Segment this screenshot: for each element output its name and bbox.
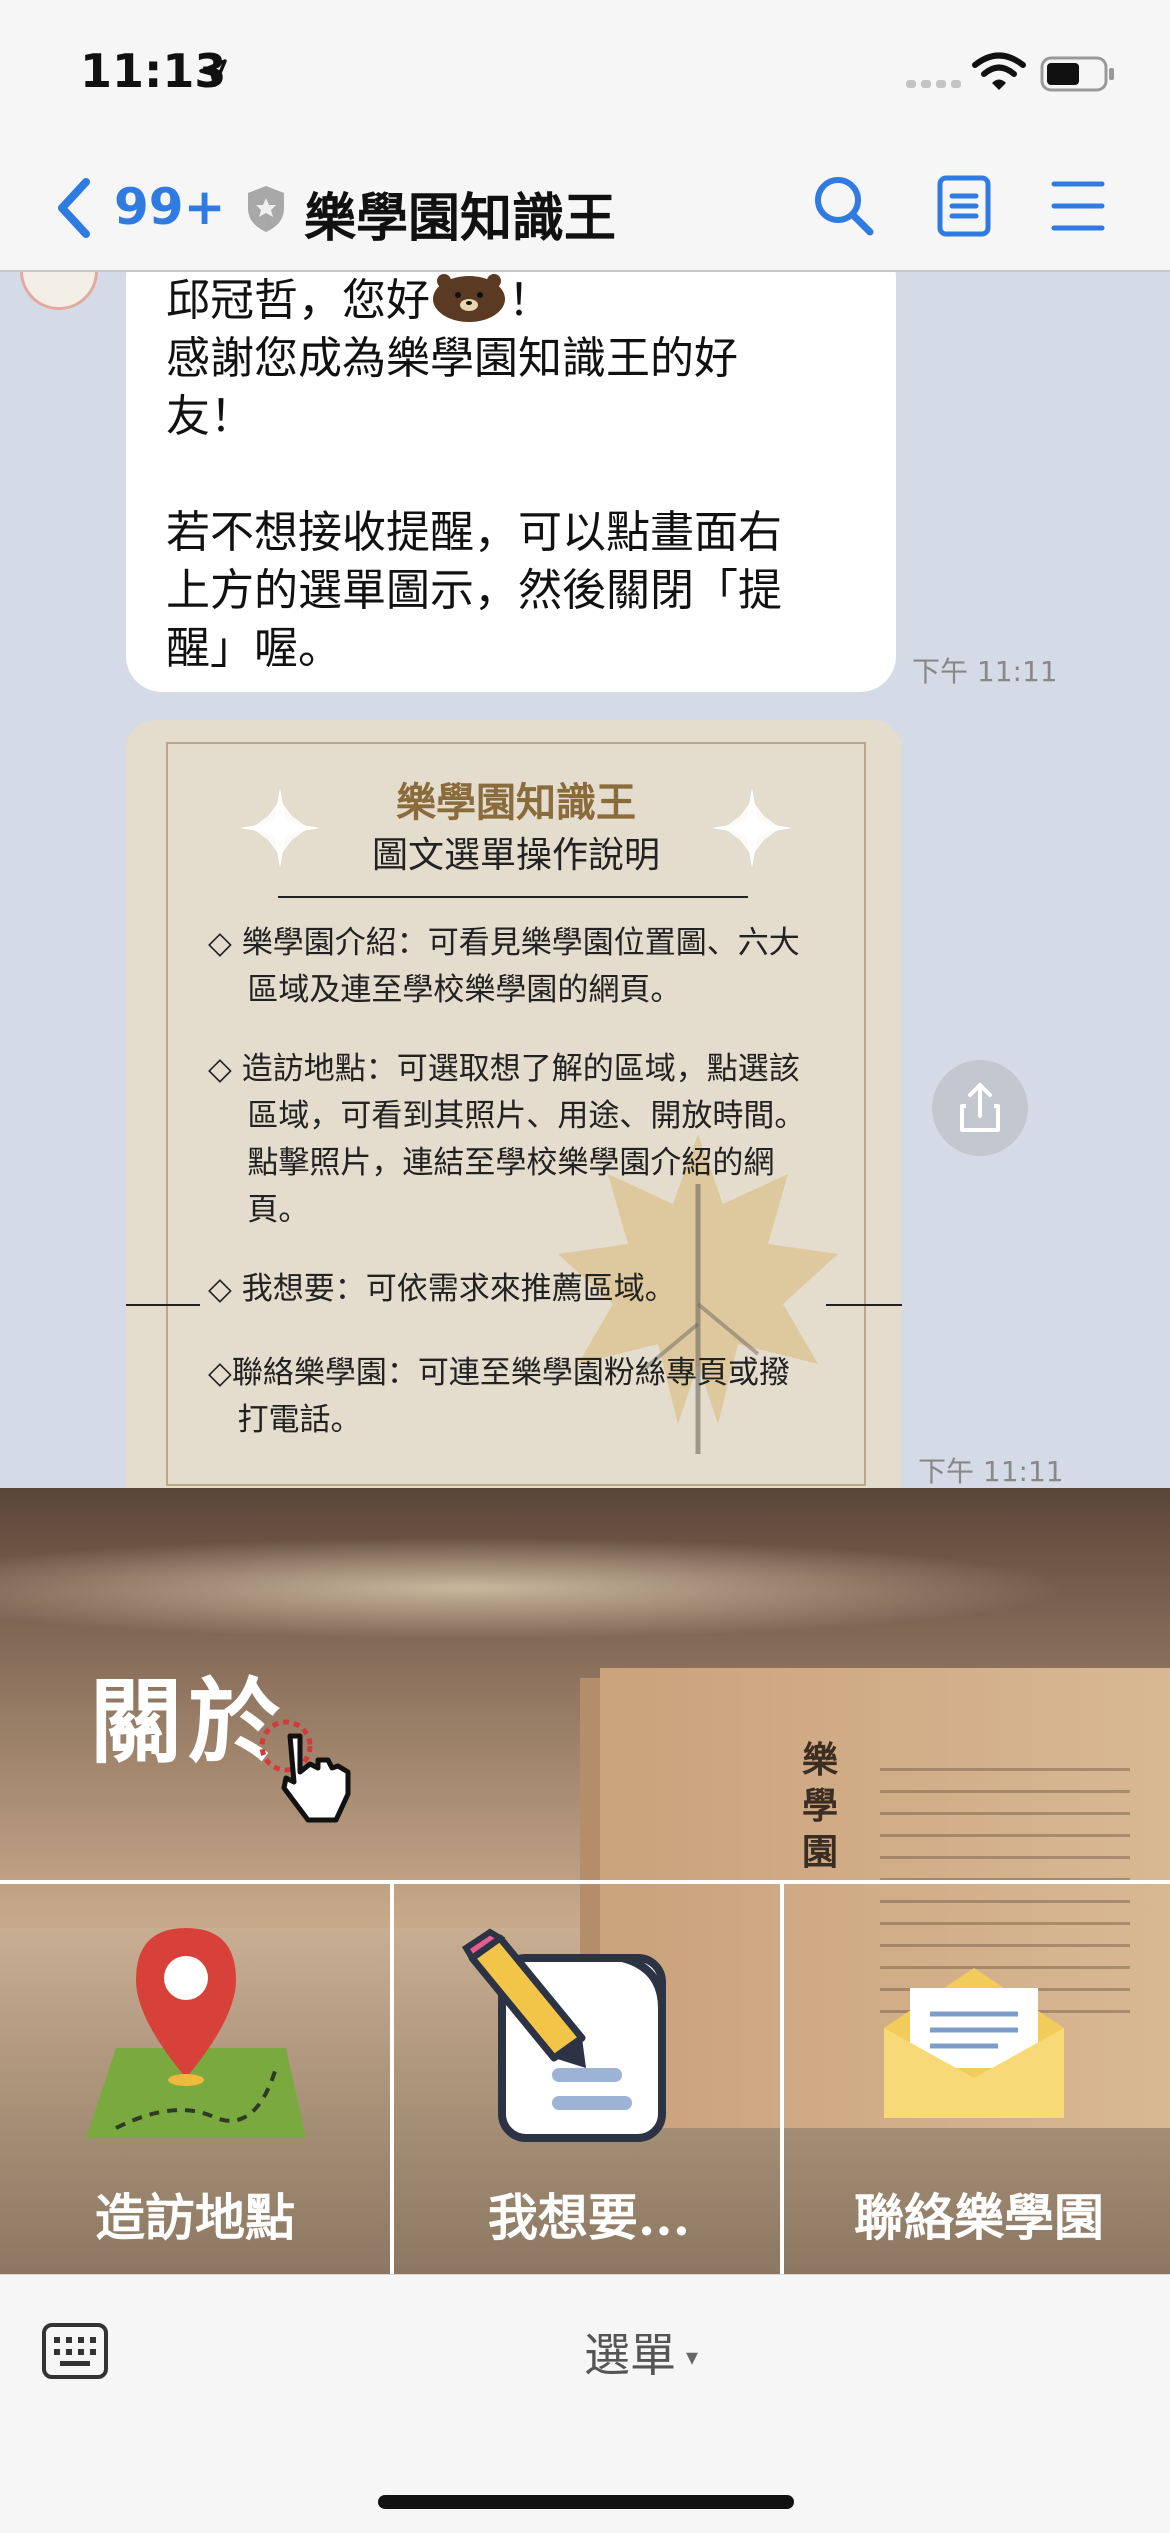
divider	[278, 896, 748, 898]
instruction-image-card[interactable]: 樂學園知識王 圖文選單操作說明 ◇ 樂學園介紹：可看見樂學園位置圖、六大 區域及…	[126, 720, 902, 1488]
wifi-icon	[972, 52, 1026, 90]
search-icon[interactable]	[812, 174, 876, 238]
card-title: 樂學園知識王	[396, 780, 636, 826]
rich-menu-visit-label: 造訪地點	[95, 2188, 295, 2247]
greeting-text: 邱冠哲，您好	[166, 275, 430, 326]
menu-icon[interactable]	[1050, 178, 1106, 234]
envelope-icon	[884, 1968, 1064, 2118]
message-bubble[interactable]: 邱冠哲，您好 ！ 感謝您成為樂學園知識王的好 友！ 若不想接收提醒，可以點畫面右…	[126, 272, 896, 692]
chat-header: 99+ 樂學園知識王	[0, 140, 1170, 272]
rich-menu-contact-label: 聯絡樂學園	[854, 2188, 1104, 2247]
card-item-visit: ◇ 造訪地點：可選取想了解的區域，點選該 區域，可看到其照片、用途、開放時間。 …	[208, 1051, 806, 1228]
hand-cursor-icon	[259, 1719, 351, 1823]
message-timestamp: 下午 11:11	[912, 655, 1058, 688]
message-body: 感謝您成為樂學園知識王的好 友！ 若不想接收提醒，可以點畫面右 上方的選單圖示，…	[166, 333, 782, 674]
rich-menu: 樂學園 關於 造訪地點 我想要... 聯絡樂學園	[0, 1488, 1170, 2274]
card-item-intro: ◇ 樂學園介紹：可看見樂學園位置圖、六大 區域及連至學校樂學園的網頁。	[208, 925, 800, 1008]
status-bar: 11:13	[0, 0, 1170, 140]
card-frame: 樂學園知識王 圖文選單操作說明 ◇ 樂學園介紹：可看見樂學園位置圖、六大 區域及…	[166, 742, 866, 1486]
map-pin-icon	[86, 1928, 306, 2138]
bear-emoji-icon	[433, 274, 505, 322]
shield-icon	[248, 186, 284, 232]
divider	[126, 1304, 200, 1306]
back-chevron-icon[interactable]	[52, 176, 96, 240]
rich-menu-want-label: 我想要...	[487, 2188, 691, 2247]
keyboard-icon[interactable]	[40, 2319, 110, 2383]
chat-area[interactable]: 邱冠哲，您好 ！ 感謝您成為樂學園知識王的好 友！ 若不想接收提醒，可以點畫面右…	[0, 272, 1170, 1488]
unread-count[interactable]: 99+	[114, 178, 225, 236]
cellular-signal-icon	[906, 80, 961, 88]
notes-icon[interactable]	[936, 174, 992, 238]
location-arrow-icon	[199, 59, 227, 87]
caret-down-icon: ▾	[686, 2343, 699, 2371]
greeting-exclamation: ！	[508, 275, 552, 326]
card-item-want: ◇ 我想要：可依需求來推薦區域。	[208, 1271, 676, 1307]
share-button[interactable]	[932, 1060, 1028, 1156]
chat-title: 樂學園知識王	[304, 189, 617, 249]
rich-menu-toggle-label: 選單	[584, 2328, 676, 2382]
card-item-contact: ◇聯絡樂學園：可連至樂學園粉絲專頁或撥 打電話。	[208, 1355, 790, 1438]
pencil-paper-icon	[462, 1928, 666, 2142]
message-text: 邱冠哲，您好 ！ 感謝您成為樂學園知識王的好 友！ 若不想接收提醒，可以點畫面右…	[166, 272, 866, 678]
share-icon	[960, 1083, 1000, 1132]
avatar[interactable]	[20, 272, 98, 310]
divider	[826, 1304, 902, 1306]
home-indicator	[378, 2495, 794, 2509]
bottom-bar: 選單 ▾	[0, 2274, 1170, 2533]
card-subtitle: 圖文選單操作說明	[371, 835, 660, 876]
message-timestamp: 下午 11:11	[918, 1455, 1064, 1488]
battery-icon	[1040, 56, 1114, 92]
rich-menu-toggle[interactable]: 選單 ▾	[584, 2319, 698, 2385]
